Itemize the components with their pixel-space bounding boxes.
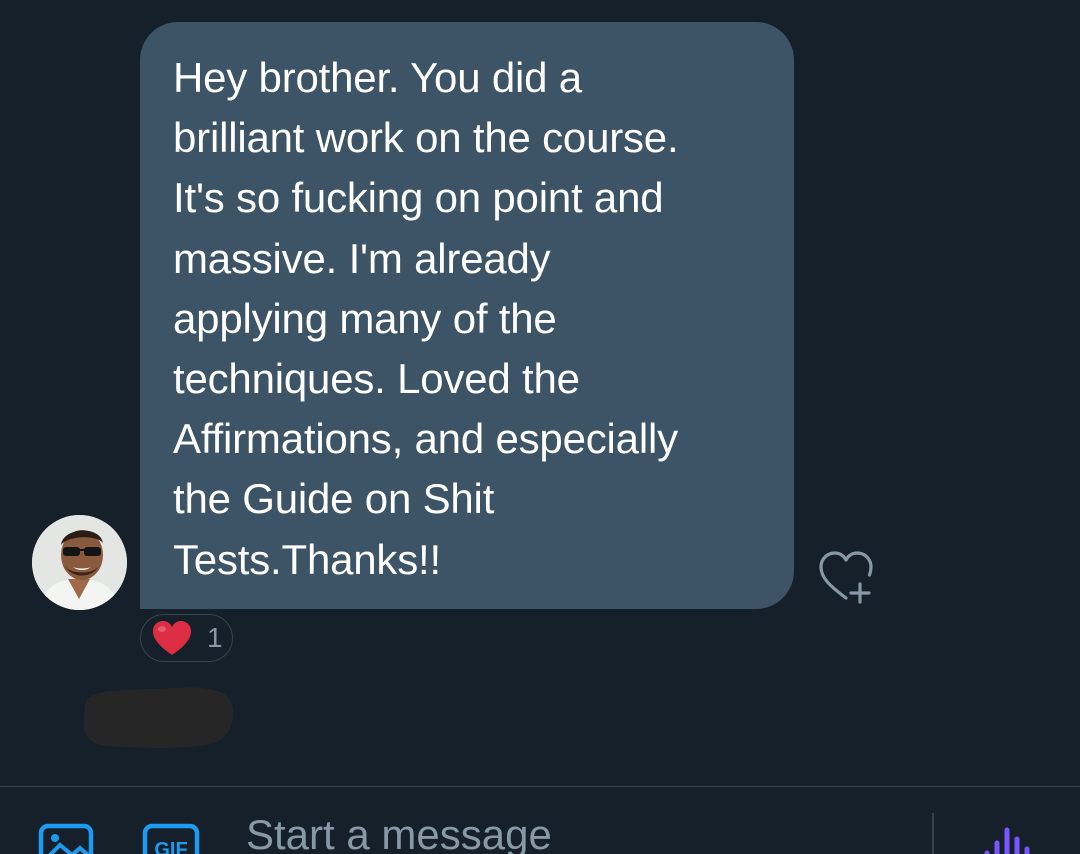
voice-message-icon[interactable] [982, 825, 1032, 854]
avatar-photo [32, 515, 127, 610]
gif-icon[interactable]: GIF [142, 823, 200, 854]
message-input[interactable] [246, 805, 896, 854]
avatar[interactable] [32, 515, 127, 610]
message-bubble[interactable]: Hey brother. You did a brilliant work on… [140, 22, 794, 609]
redacted-timestamp [83, 687, 234, 748]
red-heart-icon [153, 621, 191, 655]
message-composer: GIF [0, 786, 1080, 854]
svg-text:GIF: GIF [154, 839, 187, 854]
heart-plus-icon [819, 551, 873, 604]
image-icon[interactable] [38, 823, 94, 854]
reaction-count: 1 [207, 622, 223, 653]
reaction-badge[interactable]: 1 [140, 614, 233, 662]
add-reaction-button[interactable] [816, 548, 880, 606]
composer-divider [932, 813, 934, 854]
message-thread: Hey brother. You did a brilliant work on… [0, 0, 1080, 786]
message-text: Hey brother. You did a brilliant work on… [173, 54, 679, 583]
